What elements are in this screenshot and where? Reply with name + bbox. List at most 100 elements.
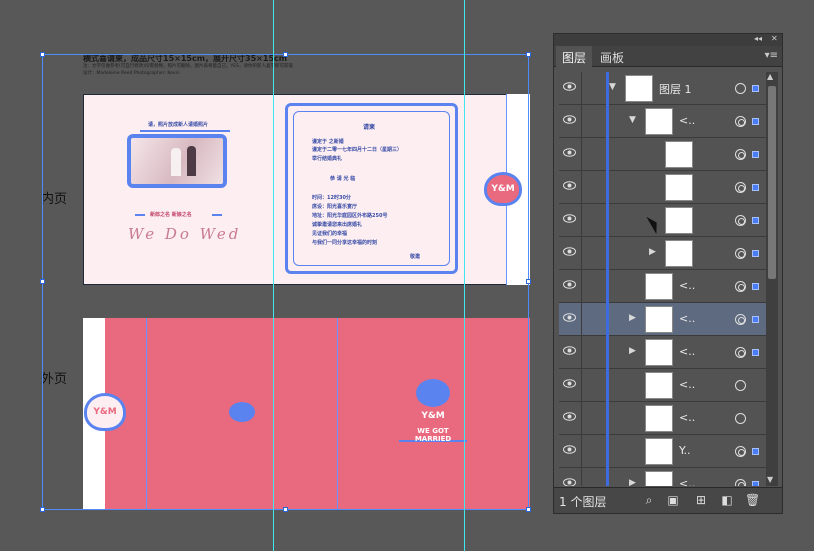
- layer-row[interactable]: <..: [559, 270, 766, 303]
- layer-row[interactable]: ▼ <..: [559, 105, 766, 138]
- lock-column: [581, 336, 582, 369]
- eye-icon[interactable]: [563, 115, 576, 124]
- target-icon[interactable]: [735, 380, 746, 391]
- expand-closed-icon[interactable]: ▶: [629, 346, 636, 356]
- expand-closed-icon[interactable]: ▶: [629, 313, 636, 323]
- handle-tr[interactable]: [526, 52, 531, 57]
- target-icon[interactable]: [735, 182, 746, 193]
- target-icon[interactable]: [735, 215, 746, 226]
- lock-column: [581, 138, 582, 171]
- selection-indicator[interactable]: [752, 250, 759, 257]
- selection-indicator[interactable]: [752, 217, 759, 224]
- eye-icon[interactable]: [563, 346, 576, 355]
- layer-row[interactable]: ▶ <..: [559, 336, 766, 369]
- target-icon[interactable]: [735, 314, 746, 325]
- selection-indicator[interactable]: [752, 184, 759, 191]
- target-icon[interactable]: [735, 116, 746, 127]
- handle-ml[interactable]: [40, 279, 45, 284]
- lock-column: [581, 105, 582, 138]
- layer-name[interactable]: <..: [679, 345, 695, 358]
- selection-bounding-box[interactable]: [42, 54, 529, 510]
- layer-name[interactable]: <..: [679, 279, 695, 292]
- new-sublayer-icon[interactable]: ⊞: [694, 493, 708, 507]
- layer-row[interactable]: ▼ 图层 1: [559, 72, 766, 105]
- layer-thumbnail: [645, 339, 673, 366]
- panel-menu-icon[interactable]: ▾≡: [765, 50, 778, 61]
- layer-row[interactable]: <..: [559, 402, 766, 435]
- layer-row[interactable]: <..: [559, 369, 766, 402]
- eye-icon[interactable]: [563, 148, 576, 157]
- expand-open-icon[interactable]: ▼: [609, 82, 616, 92]
- new-layer-icon[interactable]: ◧: [720, 493, 734, 507]
- eye-icon[interactable]: [563, 181, 576, 190]
- selection-indicator[interactable]: [752, 316, 759, 323]
- eye-icon[interactable]: [563, 247, 576, 256]
- layer-row[interactable]: ▶ <..: [559, 468, 766, 486]
- canvas[interactable]: 横式喜请柬，成品尺寸15×15cm，展开尺寸35×15cm 注：文字仅做参考(可…: [0, 0, 814, 551]
- layer-name[interactable]: <..: [679, 312, 695, 325]
- layer-row[interactable]: Y..: [559, 435, 766, 468]
- eye-icon[interactable]: [563, 280, 576, 289]
- layers-panel[interactable]: ◂◂ ✕ 图层 画板 ▾≡ ▼ 图层 1 ▼ <.. ▶ <.. ▶ <.. ▶ <.. <.. <.…: [553, 33, 783, 514]
- scroll-down-icon[interactable]: ▼: [767, 475, 773, 484]
- handle-tl[interactable]: [40, 52, 45, 57]
- layer-name[interactable]: <..: [679, 378, 695, 391]
- guide-vertical-2[interactable]: [464, 0, 465, 551]
- trash-icon[interactable]: 🗑: [745, 493, 760, 507]
- selection-indicator[interactable]: [752, 349, 759, 356]
- selection-indicator[interactable]: [752, 151, 759, 158]
- eye-icon[interactable]: [563, 82, 576, 91]
- handle-bl[interactable]: [40, 507, 45, 512]
- selection-indicator[interactable]: [752, 85, 759, 92]
- close-icon[interactable]: ✕: [771, 34, 778, 43]
- eye-icon[interactable]: [563, 214, 576, 223]
- scroll-up-icon[interactable]: ▲: [767, 72, 773, 81]
- target-icon[interactable]: [735, 248, 746, 259]
- layer-row[interactable]: ▶: [559, 237, 766, 270]
- layer-row[interactable]: [559, 171, 766, 204]
- layer-name[interactable]: <..: [679, 477, 695, 486]
- target-icon[interactable]: [735, 149, 746, 160]
- search-icon[interactable]: ⌕: [642, 493, 656, 507]
- selection-indicator[interactable]: [752, 118, 759, 125]
- expand-open-icon[interactable]: ▼: [629, 115, 636, 125]
- selection-indicator[interactable]: [752, 481, 759, 486]
- handle-tc[interactable]: [283, 52, 288, 57]
- eye-icon[interactable]: [563, 379, 576, 388]
- handle-br[interactable]: [526, 507, 531, 512]
- layer-name[interactable]: <..: [679, 411, 695, 424]
- collapse-icon[interactable]: ◂◂: [754, 34, 762, 43]
- eye-icon[interactable]: [563, 478, 576, 486]
- layer-name[interactable]: 图层 1: [659, 81, 692, 97]
- layer-row[interactable]: [559, 204, 766, 237]
- scroll-thumb[interactable]: [768, 86, 776, 279]
- handle-bc[interactable]: [283, 507, 288, 512]
- layer-name[interactable]: <..: [679, 114, 695, 127]
- tab-layers[interactable]: 图层: [556, 46, 593, 67]
- target-icon[interactable]: [735, 479, 746, 486]
- panel-titlebar[interactable]: ◂◂ ✕: [554, 34, 782, 46]
- eye-icon[interactable]: [563, 445, 576, 454]
- clip-icon[interactable]: ▣: [666, 493, 680, 507]
- target-icon[interactable]: [735, 446, 746, 457]
- layer-thumbnail: [645, 405, 673, 432]
- target-icon[interactable]: [735, 281, 746, 292]
- layer-row[interactable]: [559, 138, 766, 171]
- target-icon[interactable]: [735, 347, 746, 358]
- target-icon[interactable]: [735, 413, 746, 424]
- guide-vertical-1[interactable]: [273, 0, 274, 551]
- expand-closed-icon[interactable]: ▶: [629, 478, 636, 486]
- expand-closed-icon[interactable]: ▶: [649, 247, 656, 257]
- layer-scrollbar[interactable]: ▲ ▼: [766, 72, 778, 486]
- layer-name[interactable]: Y..: [679, 444, 690, 457]
- handle-mr[interactable]: [526, 279, 531, 284]
- selection-indicator[interactable]: [752, 283, 759, 290]
- layer-row[interactable]: ▶ <..: [559, 303, 766, 336]
- eye-icon[interactable]: [563, 412, 576, 421]
- layer-color-bar: [606, 105, 609, 138]
- layer-list[interactable]: ▼ 图层 1 ▼ <.. ▶ <.. ▶ <.. ▶ <.. <.. <.. Y.. ▶ <..: [559, 72, 766, 486]
- target-icon[interactable]: [735, 83, 746, 94]
- eye-icon[interactable]: [563, 313, 576, 322]
- selection-indicator[interactable]: [752, 448, 759, 455]
- tab-artboards[interactable]: 画板: [594, 46, 630, 67]
